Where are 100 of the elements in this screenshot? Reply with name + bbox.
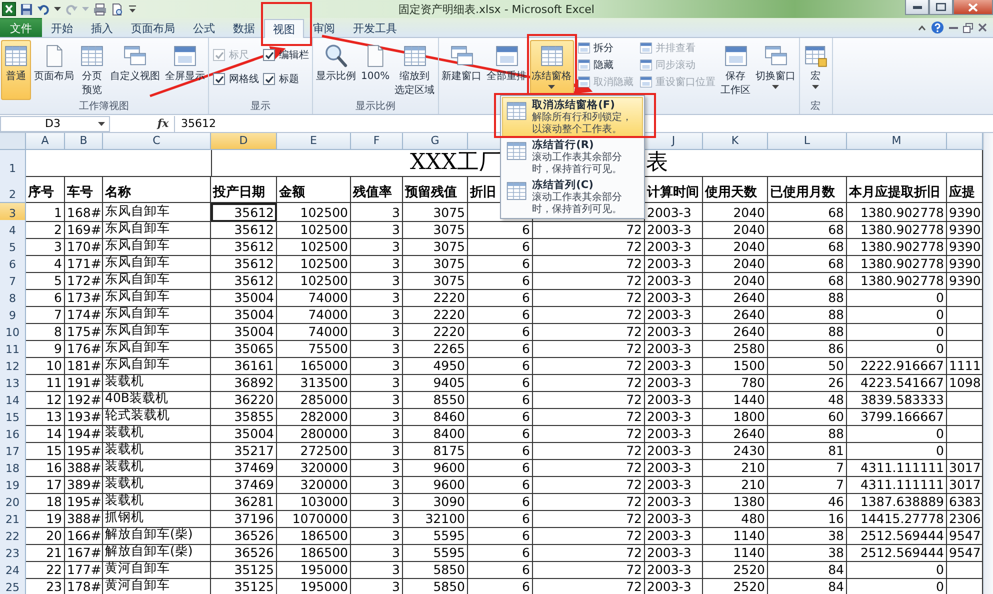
table-cell[interactable]: 102500 (277, 271, 351, 290)
table-cell[interactable]: 2040 (703, 271, 768, 290)
table-cell[interactable]: 2003-3 (645, 254, 703, 273)
table-cell[interactable]: 6 (468, 322, 533, 341)
table-cell[interactable]: 2220 (403, 288, 468, 307)
table-cell[interactable]: 36892 (211, 373, 277, 392)
ribbon-tab[interactable]: 视图 (264, 19, 304, 38)
table-cell[interactable]: 2003-3 (645, 237, 703, 256)
table-cell[interactable]: 72 (533, 560, 645, 579)
table-cell[interactable]: 1140 (703, 526, 768, 545)
table-cell[interactable]: 165000 (277, 356, 351, 375)
table-cell[interactable]: 102500 (277, 220, 351, 239)
table-cell[interactable]: 2003-3 (645, 271, 703, 290)
column-title[interactable]: 序号 (26, 176, 65, 203)
ribbon-button[interactable]: 页面布局 (32, 40, 76, 100)
table-cell[interactable]: 3 (351, 577, 403, 594)
table-cell[interactable]: 3 (351, 560, 403, 579)
table-cell[interactable]: 16 (768, 509, 847, 528)
table-cell[interactable]: 48 (768, 390, 847, 409)
table-cell[interactable]: 74000 (277, 322, 351, 341)
table-cell[interactable]: 3 (351, 458, 403, 477)
ribbon-tab[interactable]: 审阅 (304, 18, 344, 37)
ribbon-button[interactable]: 分页 预览 (77, 40, 107, 100)
table-cell[interactable]: 9600 (403, 475, 468, 494)
table-cell[interactable]: 181# (65, 356, 103, 375)
table-cell[interactable]: 272500 (277, 441, 351, 460)
table-cell[interactable]: 172# (65, 271, 103, 290)
table-cell[interactable]: 35004 (211, 322, 277, 341)
table-cell[interactable]: 46 (768, 492, 847, 511)
table-cell[interactable]: 6 (468, 288, 533, 307)
table-cell[interactable]: 装载机 (103, 441, 211, 460)
table-cell[interactable]: 22 (26, 560, 65, 579)
table-cell[interactable]: 35217 (211, 441, 277, 460)
table-cell[interactable]: 3 (351, 526, 403, 545)
table-cell[interactable]: 72 (533, 305, 645, 324)
table-cell[interactable]: 3 (351, 322, 403, 341)
table-cell[interactable]: 38 (768, 543, 847, 562)
table-cell[interactable]: 18 (26, 492, 65, 511)
table-cell[interactable]: 东风自卸车 (103, 322, 211, 341)
table-cell[interactable]: 35612 (211, 203, 277, 222)
table-cell[interactable]: 东风自卸车 (103, 356, 211, 375)
table-cell[interactable]: 2003-3 (645, 441, 703, 460)
column-header[interactable]: D (211, 133, 277, 150)
table-cell[interactable]: 2003-3 (645, 322, 703, 341)
table-cell[interactable]: 68 (768, 203, 847, 222)
table-cell[interactable]: 14415.27778 (847, 509, 947, 528)
table-cell[interactable]: 东风自卸车 (103, 237, 211, 256)
table-cell[interactable]: 36526 (211, 543, 277, 562)
table-cell[interactable]: 21 (26, 543, 65, 562)
table-cell[interactable]: 黄河自卸车 (103, 560, 211, 579)
column-header[interactable]: J (645, 133, 703, 150)
table-cell[interactable]: 1380 (703, 492, 768, 511)
table-cell[interactable]: 50 (768, 356, 847, 375)
table-cell[interactable]: 6 (468, 509, 533, 528)
ribbon-button[interactable]: 新建窗口 (440, 40, 484, 100)
ribbon-button[interactable]: 100% (359, 40, 392, 100)
table-cell[interactable]: 0 (847, 577, 947, 594)
table-cell[interactable]: 2003-3 (645, 339, 703, 358)
table-cell[interactable]: 35612 (211, 271, 277, 290)
ribbon-button[interactable]: 切换窗口 (754, 40, 798, 100)
table-cell[interactable]: 72 (533, 254, 645, 273)
table-cell[interactable]: 35612 (211, 220, 277, 239)
table-cell[interactable]: 88 (768, 305, 847, 324)
table-cell[interactable]: 186500 (277, 543, 351, 562)
table-cell[interactable]: 8460 (403, 407, 468, 426)
table-cell[interactable]: 3 (351, 407, 403, 426)
table-cell[interactable]: 0 (847, 288, 947, 307)
column-title[interactable]: 名称 (103, 176, 211, 203)
table-cell[interactable]: 32100 (403, 509, 468, 528)
name-box[interactable]: D3 (0, 116, 110, 132)
vertical-scrollbar[interactable] (983, 133, 993, 594)
ribbon-button[interactable]: 自定义视图 (108, 40, 162, 100)
table-cell[interactable]: 1380.902778 (847, 203, 947, 222)
table-cell[interactable]: 11 (26, 373, 65, 392)
table-cell[interactable]: 167# (65, 543, 103, 562)
table-cell[interactable]: 4311.111111 (847, 475, 947, 494)
table-cell[interactable]: 3 (351, 441, 403, 460)
table-cell[interactable]: 东风自卸车 (103, 220, 211, 239)
table-cell[interactable]: 装载机 (103, 458, 211, 477)
table-cell[interactable]: 9600 (403, 458, 468, 477)
table-cell[interactable]: 166# (65, 526, 103, 545)
table-cell[interactable]: 3 (351, 237, 403, 256)
table-cell[interactable]: 4223.541667 (847, 373, 947, 392)
table-cell[interactable]: 6 (468, 373, 533, 392)
table-cell[interactable]: 3 (351, 203, 403, 222)
table-cell[interactable]: 72 (533, 424, 645, 443)
table-cell[interactable]: 抓钢机 (103, 509, 211, 528)
table-cell[interactable]: 2220 (403, 322, 468, 341)
table-cell[interactable]: 37469 (211, 458, 277, 477)
table-cell[interactable]: 88 (768, 322, 847, 341)
table-cell[interactable]: 74000 (277, 288, 351, 307)
table-cell[interactable]: 3 (351, 373, 403, 392)
table-cell[interactable]: 2640 (703, 424, 768, 443)
table-cell[interactable]: 2003-3 (645, 373, 703, 392)
table-cell[interactable]: 2003-3 (645, 475, 703, 494)
table-cell[interactable]: 72 (533, 339, 645, 358)
table-cell[interactable]: 173# (65, 288, 103, 307)
table-cell[interactable]: 15 (26, 441, 65, 460)
table-cell[interactable]: 68 (768, 220, 847, 239)
minimize-button[interactable] (905, 0, 929, 15)
